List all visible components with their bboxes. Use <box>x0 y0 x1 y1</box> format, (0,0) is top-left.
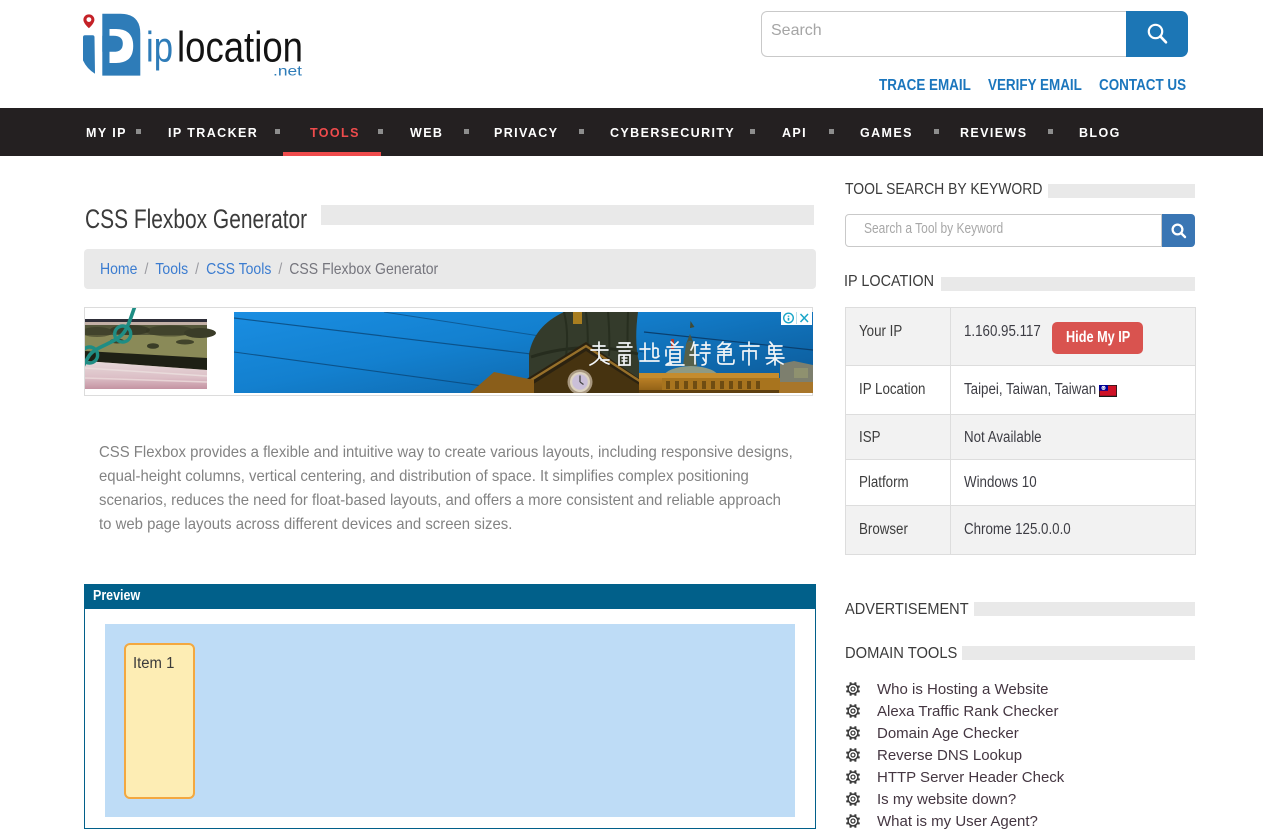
svg-text:.net: .net <box>273 62 302 78</box>
svg-text:ip: ip <box>146 23 173 71</box>
